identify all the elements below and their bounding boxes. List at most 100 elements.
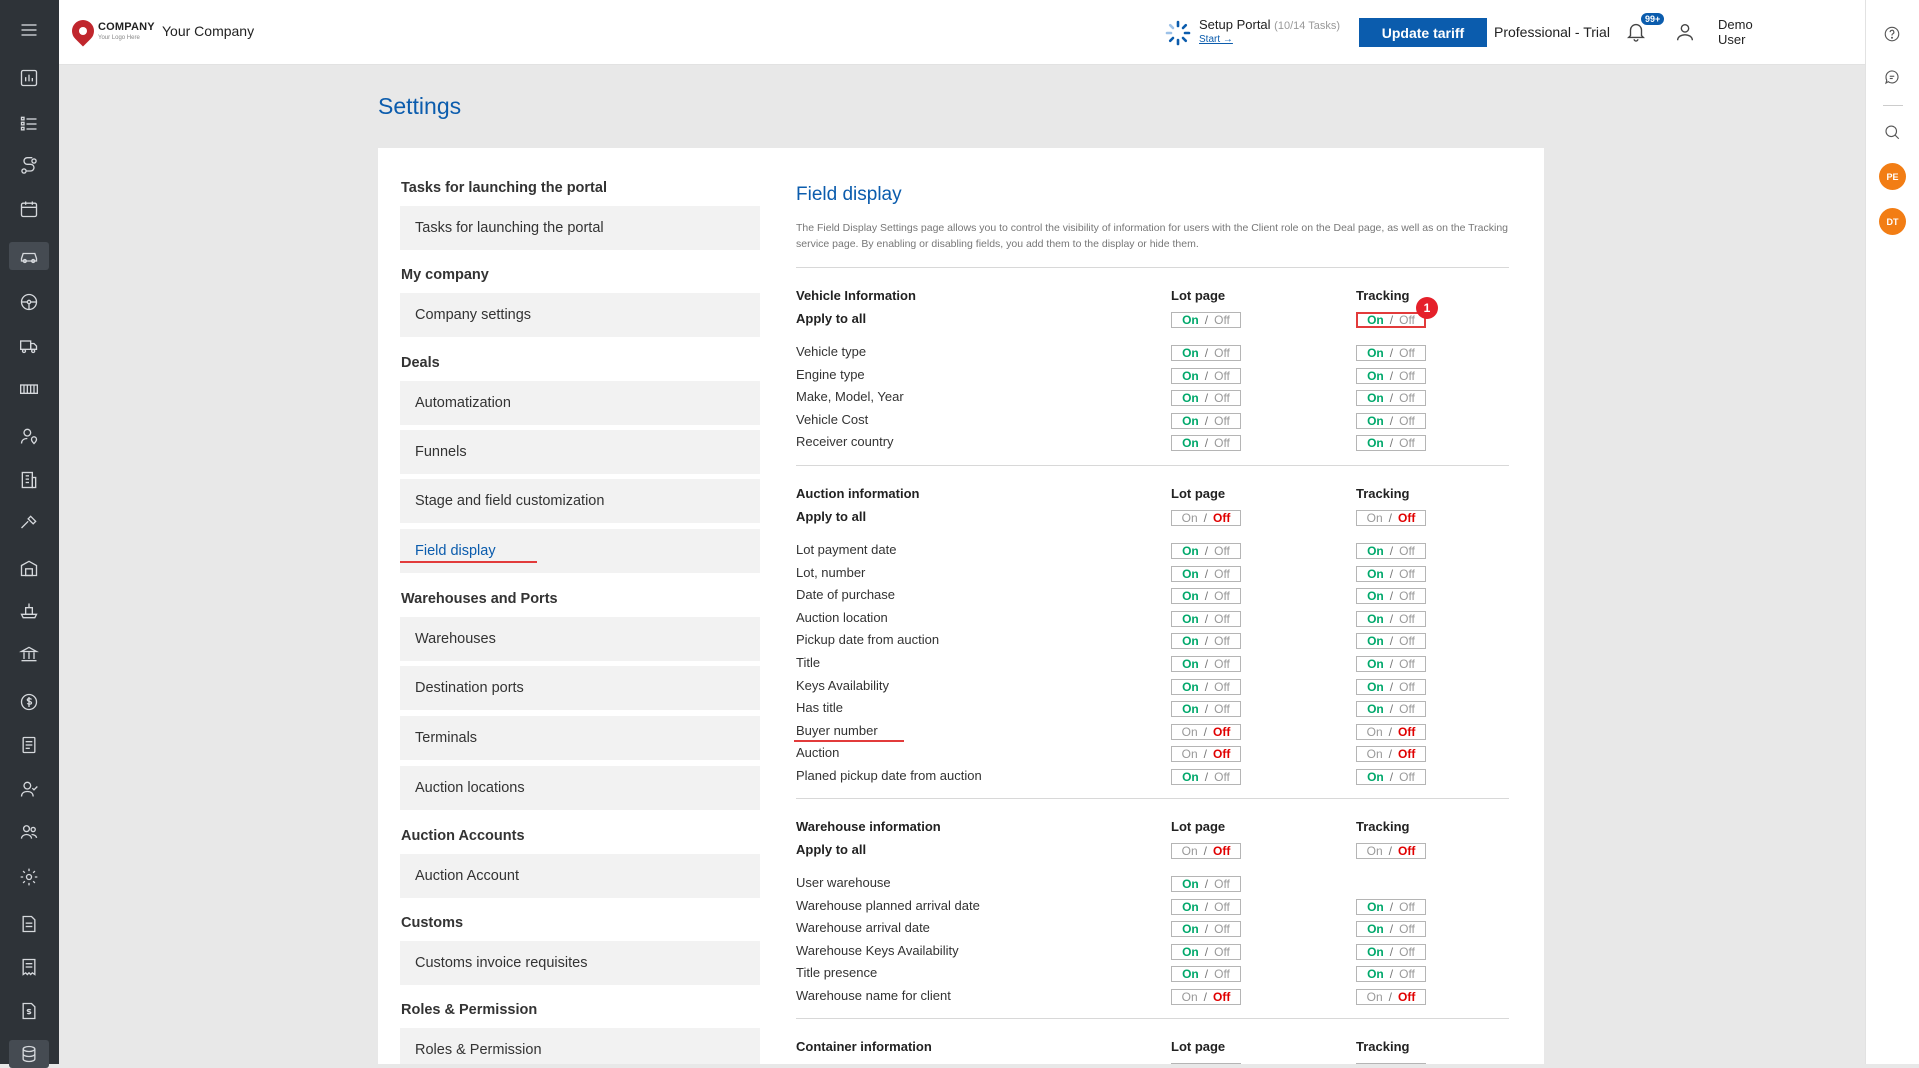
toggle-on-option[interactable]: On bbox=[1182, 702, 1199, 716]
apply-all-lot-toggle[interactable]: On / Off bbox=[1171, 510, 1241, 526]
toggle-off-option[interactable]: Off bbox=[1214, 414, 1230, 428]
tracking-toggle[interactable]: On / Off bbox=[1356, 943, 1426, 960]
container-icon[interactable] bbox=[15, 376, 43, 404]
tracking-toggle[interactable]: On / Off bbox=[1356, 723, 1426, 740]
toggle-off-option[interactable]: Off bbox=[1214, 657, 1230, 671]
toggle-off-option[interactable]: Off bbox=[1399, 567, 1415, 581]
toggle-on-option[interactable]: On bbox=[1367, 747, 1383, 761]
apply-all-tracking-toggle[interactable]: On / Off bbox=[1356, 312, 1426, 328]
toggle-off-option[interactable]: Off bbox=[1399, 391, 1415, 405]
lot-page-toggle[interactable]: On / Off bbox=[1171, 633, 1241, 650]
toggle-on-option[interactable]: On bbox=[1367, 313, 1384, 327]
toggle-off-option[interactable]: Off bbox=[1399, 589, 1415, 603]
tracking-toggle[interactable]: On / Off bbox=[1356, 565, 1426, 582]
nav-item-stage-field-customization[interactable]: Stage and field customization bbox=[400, 479, 760, 523]
nav-item-customs-invoice[interactable]: Customs invoice requisites bbox=[400, 941, 760, 985]
toggle-off-option[interactable]: Off bbox=[1214, 922, 1230, 936]
tracking-toggle[interactable]: On / Off bbox=[1356, 746, 1426, 763]
toggle-off-option[interactable]: Off bbox=[1214, 313, 1230, 327]
steering-icon[interactable] bbox=[15, 288, 43, 316]
lot-page-toggle[interactable]: On / Off bbox=[1171, 543, 1241, 559]
users-icon[interactable] bbox=[15, 818, 43, 846]
toggle-on-option[interactable]: On bbox=[1182, 967, 1199, 981]
toggle-on-option[interactable]: On bbox=[1182, 844, 1198, 858]
building-icon[interactable] bbox=[15, 466, 43, 494]
toggle-off-option[interactable]: Off bbox=[1213, 747, 1230, 761]
toggle-on-option[interactable]: On bbox=[1182, 346, 1199, 360]
bank-icon[interactable] bbox=[15, 640, 43, 668]
lot-page-toggle[interactable]: On / Off bbox=[1171, 943, 1241, 960]
toggle-on-option[interactable]: On bbox=[1182, 369, 1199, 383]
toggle-off-option[interactable]: Off bbox=[1398, 844, 1415, 858]
nav-item-destination-ports[interactable]: Destination ports bbox=[400, 666, 760, 710]
tracking-toggle[interactable]: On / Off bbox=[1356, 633, 1426, 650]
dashboard-icon[interactable] bbox=[15, 64, 43, 92]
toggle-off-option[interactable]: Off bbox=[1214, 702, 1230, 716]
toggle-off-option[interactable]: Off bbox=[1214, 634, 1230, 648]
apply-all-lot-toggle[interactable]: On / Off bbox=[1171, 312, 1241, 328]
company-logo[interactable]: COMPANY Your Logo Here bbox=[67, 15, 155, 47]
toggle-off-option[interactable]: Off bbox=[1398, 511, 1415, 525]
nav-item-terminals[interactable]: Terminals bbox=[400, 716, 760, 760]
toggle-off-option[interactable]: Off bbox=[1214, 436, 1230, 450]
toggle-off-option[interactable]: Off bbox=[1399, 770, 1415, 784]
toggle-off-option[interactable]: Off bbox=[1214, 877, 1230, 891]
lot-page-toggle[interactable]: On / Off bbox=[1171, 565, 1241, 582]
toggle-on-option[interactable]: On bbox=[1367, 900, 1384, 914]
nav-item-auction-locations[interactable]: Auction locations bbox=[400, 766, 760, 810]
apply-all-tracking-toggle[interactable]: On / Off bbox=[1356, 510, 1426, 526]
toggle-on-option[interactable]: On bbox=[1182, 945, 1199, 959]
lot-page-toggle[interactable]: On / Off bbox=[1171, 588, 1241, 605]
lot-page-toggle[interactable]: On / Off bbox=[1171, 412, 1241, 429]
document-icon[interactable] bbox=[15, 731, 43, 759]
toggle-off-option[interactable]: Off bbox=[1214, 967, 1230, 981]
toggle-off-option[interactable]: Off bbox=[1399, 436, 1415, 450]
lot-page-toggle[interactable]: On / Off bbox=[1171, 367, 1241, 384]
lot-page-toggle[interactable]: On / Off bbox=[1171, 989, 1241, 1005]
toggle-on-option[interactable]: On bbox=[1367, 544, 1384, 558]
toggle-on-option[interactable]: On bbox=[1367, 589, 1384, 603]
toggle-off-option[interactable]: Off bbox=[1214, 369, 1230, 383]
toggle-off-option[interactable]: Off bbox=[1399, 702, 1415, 716]
lot-page-toggle[interactable]: On / Off bbox=[1171, 701, 1241, 718]
tracking-toggle[interactable]: On / Off bbox=[1356, 412, 1426, 429]
toggle-on-option[interactable]: On bbox=[1367, 414, 1384, 428]
nav-item-funnels[interactable]: Funnels bbox=[400, 430, 760, 474]
toggle-off-option[interactable]: Off bbox=[1214, 589, 1230, 603]
toggle-on-option[interactable]: On bbox=[1182, 770, 1199, 784]
toggle-on-option[interactable]: On bbox=[1182, 990, 1198, 1004]
toggle-off-option[interactable]: Off bbox=[1399, 634, 1415, 648]
toggle-off-option[interactable]: Off bbox=[1214, 567, 1230, 581]
settings-icon[interactable] bbox=[15, 863, 43, 891]
toggle-off-option[interactable]: Off bbox=[1214, 770, 1230, 784]
avatar-pe[interactable]: PE bbox=[1879, 163, 1906, 190]
toggle-off-option[interactable]: Off bbox=[1398, 990, 1415, 1004]
toggle-off-option[interactable]: Off bbox=[1214, 945, 1230, 959]
toggle-off-option[interactable]: Off bbox=[1399, 945, 1415, 959]
apply-all-lot-toggle[interactable]: On / Off bbox=[1171, 843, 1241, 859]
toggle-on-option[interactable]: On bbox=[1367, 725, 1383, 739]
toggle-on-option[interactable]: On bbox=[1182, 391, 1199, 405]
hammer-icon[interactable] bbox=[15, 509, 43, 537]
nav-item-tasks[interactable]: Tasks for launching the portal bbox=[400, 206, 760, 250]
toggle-off-option[interactable]: Off bbox=[1213, 990, 1230, 1004]
toggle-off-option[interactable]: Off bbox=[1399, 414, 1415, 428]
toggle-off-option[interactable]: Off bbox=[1398, 725, 1415, 739]
nav-item-automatization[interactable]: Automatization bbox=[400, 381, 760, 425]
toggle-on-option[interactable]: On bbox=[1367, 945, 1384, 959]
dollar-icon[interactable] bbox=[15, 688, 43, 716]
lot-page-toggle[interactable]: On / Off bbox=[1171, 966, 1241, 983]
toggle-off-option[interactable]: Off bbox=[1213, 511, 1230, 525]
toggle-on-option[interactable]: On bbox=[1367, 634, 1384, 648]
toggle-on-option[interactable]: On bbox=[1367, 346, 1384, 360]
toggle-off-option[interactable]: Off bbox=[1214, 680, 1230, 694]
toggle-off-option[interactable]: Off bbox=[1399, 544, 1415, 558]
tracking-toggle[interactable]: On / Off bbox=[1356, 656, 1426, 672]
user-pin-icon[interactable] bbox=[15, 422, 43, 450]
calendar-icon[interactable] bbox=[15, 195, 43, 223]
toggle-off-option[interactable]: Off bbox=[1214, 612, 1230, 626]
toggle-off-option[interactable]: Off bbox=[1399, 369, 1415, 383]
update-tariff-button[interactable]: Update tariff bbox=[1359, 18, 1487, 47]
toggle-on-option[interactable]: On bbox=[1367, 680, 1384, 694]
car-icon[interactable] bbox=[9, 242, 49, 270]
